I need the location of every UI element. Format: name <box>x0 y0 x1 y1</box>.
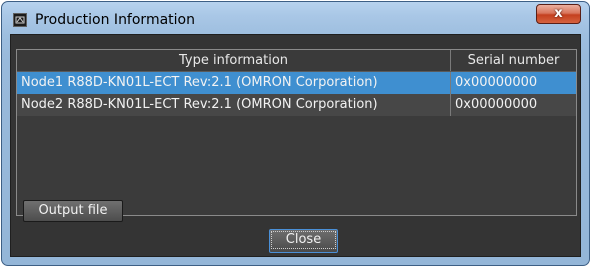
window-title: Production Information <box>35 12 195 28</box>
production-info-table: Type information Serial number Node1 R88… <box>16 49 577 216</box>
type-information-cell: Node1 R88D-KN01L-ECT Rev:2.1 (OMRON Corp… <box>17 72 451 94</box>
close-window-button[interactable]: x <box>536 4 581 24</box>
table-header: Type information Serial number <box>17 50 576 72</box>
output-file-button[interactable]: Output file <box>23 200 123 222</box>
table-row[interactable]: Node1 R88D-KN01L-ECT Rev:2.1 (OMRON Corp… <box>17 72 576 94</box>
dialog-window: Production Information x Type informatio… <box>1 1 590 266</box>
serial-number-cell: 0x00000000 <box>455 97 538 112</box>
column-header-type-information[interactable]: Type information <box>17 50 451 71</box>
app-icon <box>13 13 27 27</box>
close-button-label: Close <box>271 231 336 249</box>
type-information-cell: Node2 R88D-KN01L-ECT Rev:2.1 (OMRON Corp… <box>17 94 451 116</box>
close-button[interactable]: Close <box>269 229 338 253</box>
title-bar[interactable]: Production Information x <box>2 2 589 36</box>
table-row[interactable]: Node2 R88D-KN01L-ECT Rev:2.1 (OMRON Corp… <box>17 94 576 116</box>
serial-number-cell: 0x00000000 <box>455 75 538 90</box>
dialog-content: Type information Serial number Node1 R88… <box>10 34 581 257</box>
column-header-serial-number[interactable]: Serial number <box>451 50 576 71</box>
